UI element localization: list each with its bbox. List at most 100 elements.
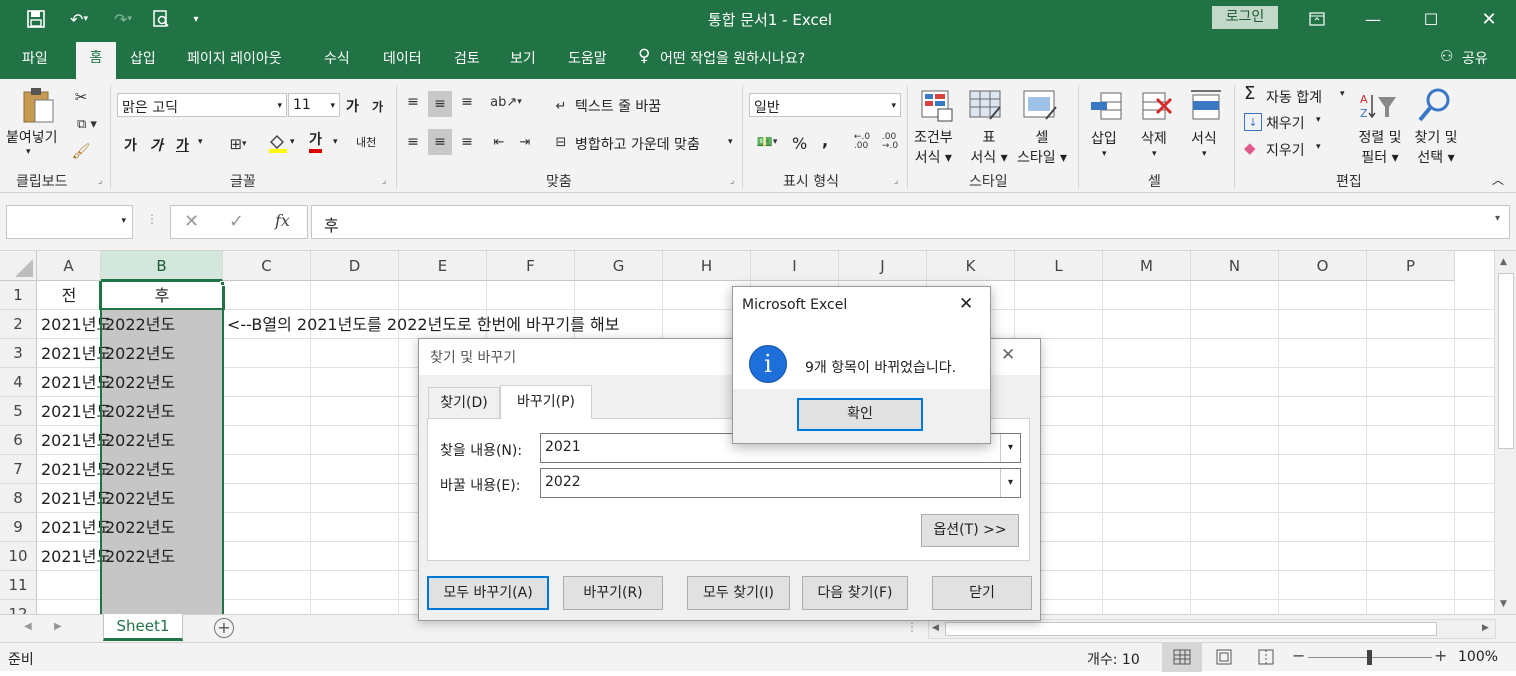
find-next-button[interactable]: 다음 찾기(F) <box>802 576 908 610</box>
align-middle-icon[interactable]: ≡ <box>428 91 452 117</box>
column-header-b[interactable]: B <box>101 251 223 281</box>
decrease-indent-icon[interactable]: ⇤ <box>488 131 510 153</box>
find-select-button[interactable]: 찾기 및 선택 ▾ <box>1410 128 1462 168</box>
prev-sheet-icon[interactable]: ◀ <box>24 621 32 632</box>
dropdown-arrow-icon[interactable]: ▾ <box>1000 469 1020 497</box>
expand-formula-icon[interactable]: ▾ <box>1495 213 1500 224</box>
number-format-dropdown[interactable]: 일반 ▾ <box>749 93 901 117</box>
tell-me-box[interactable]: 어떤 작업을 원하시나요? <box>660 48 805 68</box>
page-break-view-icon[interactable] <box>1256 648 1276 666</box>
cell-a6[interactable]: 2021년도 <box>37 426 111 455</box>
align-right-icon[interactable]: ≡ <box>456 131 478 153</box>
row-header-9[interactable]: 9 <box>0 513 37 542</box>
login-button[interactable]: 로그인 <box>1212 6 1278 29</box>
conditional-format-button[interactable]: 조건부 서식 ▾ <box>914 128 953 168</box>
vertical-scrollbar[interactable]: ▲ ▼ <box>1494 251 1516 614</box>
clear-button[interactable]: 지우기 <box>1266 140 1305 160</box>
cell-a9[interactable]: 2021년도 <box>37 513 111 542</box>
tab-file[interactable]: 파일 <box>22 48 48 68</box>
underline-button[interactable]: 가 <box>176 135 189 155</box>
customize-qat-icon[interactable]: ▾ <box>186 8 206 30</box>
row-header-6[interactable]: 6 <box>0 426 37 455</box>
tab-help[interactable]: 도움말 <box>568 48 607 68</box>
font-name-dropdown[interactable]: 맑은 고딕 ▾ <box>117 93 287 117</box>
fill-button[interactable]: 채우기 <box>1266 113 1305 133</box>
chevron-down-icon[interactable]: ▾ <box>1102 149 1107 159</box>
cell-styles-button[interactable]: 셀 스타일 ▾ <box>1013 128 1071 168</box>
replace-button[interactable]: 바꾸기(R) <box>563 576 663 610</box>
zoom-slider-thumb[interactable] <box>1367 650 1372 665</box>
find-all-button[interactable]: 모두 찾기(I) <box>687 576 790 610</box>
tab-home[interactable]: 홈 <box>76 42 116 79</box>
column-header-g[interactable]: G <box>575 251 663 281</box>
column-header-m[interactable]: M <box>1103 251 1191 281</box>
fill-handle[interactable] <box>220 281 225 286</box>
cell-a8[interactable]: 2021년도 <box>37 484 111 513</box>
chevron-down-icon[interactable]: ▾ <box>333 137 338 147</box>
chevron-down-icon[interactable]: ▾ <box>1316 142 1321 152</box>
align-bottom-icon[interactable]: ≡ <box>456 91 478 113</box>
column-header-c[interactable]: C <box>223 251 311 281</box>
select-all-corner[interactable] <box>0 251 37 281</box>
column-header-e[interactable]: E <box>399 251 487 281</box>
cell-a7[interactable]: 2021년도 <box>37 455 111 484</box>
print-preview-icon[interactable] <box>148 8 174 30</box>
column-header-i[interactable]: I <box>751 251 839 281</box>
chevron-down-icon[interactable]: ▾ <box>26 147 31 157</box>
normal-view-icon[interactable] <box>1162 643 1202 672</box>
chevron-down-icon[interactable]: ▾ <box>198 137 203 147</box>
ribbon-display-icon[interactable] <box>1306 8 1328 30</box>
tab-formulas[interactable]: 수식 <box>324 48 350 68</box>
row-header-1[interactable]: 1 <box>0 281 37 310</box>
sort-filter-icon[interactable]: AZ <box>1356 87 1400 125</box>
row-header-7[interactable]: 7 <box>0 455 37 484</box>
column-header-j[interactable]: J <box>839 251 927 281</box>
column-header-k[interactable]: K <box>927 251 1015 281</box>
share-button[interactable]: 공유 <box>1462 48 1488 68</box>
insert-cells-icon[interactable] <box>1087 87 1125 125</box>
dropdown-arrow-icon[interactable]: ▾ <box>1000 434 1020 462</box>
zoom-in-icon[interactable]: + <box>1434 646 1447 665</box>
zoom-out-icon[interactable]: − <box>1292 646 1305 665</box>
dialog-launcher-icon[interactable]: ⌟ <box>730 176 734 186</box>
comma-button[interactable]: , <box>822 131 828 150</box>
ok-button[interactable]: 확인 <box>797 398 923 431</box>
tab-view[interactable]: 보기 <box>510 48 536 68</box>
column-header-o[interactable]: O <box>1279 251 1367 281</box>
increase-indent-icon[interactable]: ⇥ <box>514 131 536 153</box>
fill-color-icon[interactable] <box>266 131 290 155</box>
cell-a2[interactable]: 2021년도 <box>37 310 111 339</box>
options-button[interactable]: 옵션(T) >> <box>921 514 1019 547</box>
scroll-left-icon[interactable]: ◀ <box>932 623 939 633</box>
chevron-down-icon[interactable]: ▾ <box>1316 115 1321 125</box>
align-left-icon[interactable]: ≡ <box>402 131 424 153</box>
close-window-icon[interactable]: ✕ <box>1478 8 1500 30</box>
row-header-11[interactable]: 11 <box>0 571 37 600</box>
font-size-dropdown[interactable]: 11 ▾ <box>288 93 340 117</box>
sort-filter-button[interactable]: 정렬 및 필터 ▾ <box>1354 128 1406 168</box>
row-header-10[interactable]: 10 <box>0 542 37 571</box>
cell-a4[interactable]: 2021년도 <box>37 368 111 397</box>
autosum-button[interactable]: 자동 합계 <box>1266 87 1322 107</box>
cancel-icon[interactable]: ✕ <box>184 211 199 232</box>
close-icon[interactable]: ✕ <box>959 294 973 314</box>
insert-function-button[interactable]: fx <box>275 211 290 230</box>
chevron-down-icon[interactable]: ▾ <box>1202 149 1207 159</box>
page-layout-view-icon[interactable] <box>1214 648 1234 666</box>
align-center-icon[interactable]: ≡ <box>428 129 452 155</box>
tab-page-layout[interactable]: 페이지 레이아웃 <box>187 48 282 68</box>
redo-icon[interactable]: ↷ ▾ <box>104 8 142 30</box>
dialog-launcher-icon[interactable]: ⌟ <box>894 176 898 186</box>
cell-a5[interactable]: 2021년도 <box>37 397 111 426</box>
find-select-icon[interactable] <box>1414 85 1454 125</box>
shrink-font-button[interactable]: 가 <box>372 98 383 115</box>
row-header-5[interactable]: 5 <box>0 397 37 426</box>
horizontal-scrollbar[interactable]: ◀ ▶ <box>928 619 1496 639</box>
cell-styles-icon[interactable] <box>1020 87 1062 125</box>
column-header-l[interactable]: L <box>1015 251 1103 281</box>
increase-decimal-icon[interactable]: ←.0.00 <box>850 131 874 153</box>
paste-icon[interactable] <box>18 85 58 127</box>
add-sheet-icon[interactable]: + <box>214 618 234 638</box>
column-header-n[interactable]: N <box>1191 251 1279 281</box>
minimize-icon[interactable]: — <box>1362 8 1384 30</box>
